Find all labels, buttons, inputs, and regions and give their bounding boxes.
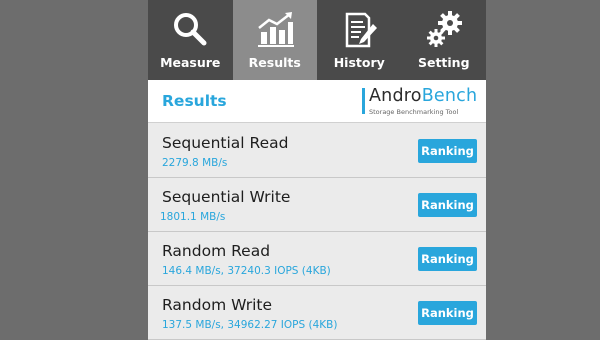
result-row-sequential-read: Sequential Read 2279.8 MB/s Ranking — [148, 124, 486, 178]
result-name: Sequential Write — [162, 188, 291, 206]
ranking-button[interactable]: Ranking — [418, 247, 477, 271]
tab-results-label: Results — [248, 55, 301, 70]
page-title: Results — [162, 92, 227, 110]
logo-tagline: Storage Benchmarking Tool — [369, 108, 459, 116]
document-pencil-icon — [346, 12, 378, 48]
result-value: 1801.1 MB/s — [160, 211, 226, 223]
result-name: Sequential Read — [162, 134, 289, 152]
ranking-button[interactable]: Ranking — [418, 139, 477, 163]
gears-icon — [426, 11, 462, 47]
magnifier-icon — [174, 13, 207, 46]
androbench-app: Measure Results History Setting Results … — [148, 0, 486, 340]
logo-wordmark: AndroBench — [369, 86, 478, 106]
tab-results[interactable]: Results — [232, 0, 317, 80]
logo-accent-bar — [362, 88, 365, 114]
result-row-random-write: Random Write 137.5 MB/s, 34962.27 IOPS (… — [148, 286, 486, 340]
tab-setting-label: Setting — [417, 55, 470, 70]
tab-measure-label: Measure — [160, 55, 221, 70]
ranking-button[interactable]: Ranking — [418, 301, 477, 325]
result-name: Random Read — [162, 242, 271, 260]
androbench-logo: AndroBench Storage Benchmarking Tool — [362, 86, 478, 118]
result-value: 2279.8 MB/s — [162, 157, 228, 169]
result-value: 137.5 MB/s, 34962.27 IOPS (4KB) — [162, 319, 338, 331]
tab-measure[interactable]: Measure — [148, 0, 233, 80]
result-row-sequential-write: Sequential Write 1801.1 MB/s Ranking — [148, 178, 486, 232]
tab-history[interactable]: History — [317, 0, 402, 80]
ranking-button[interactable]: Ranking — [418, 193, 477, 217]
result-name: Random Write — [162, 296, 273, 314]
result-value: 146.4 MB/s, 37240.3 IOPS (4KB) — [162, 265, 331, 277]
bar-chart-icon — [257, 12, 294, 47]
tab-history-label: History — [333, 55, 385, 70]
tab-bar: Measure Results History Setting — [148, 0, 486, 80]
tab-setting[interactable]: Setting — [402, 0, 487, 80]
result-row-random-read: Random Read 146.4 MB/s, 37240.3 IOPS (4K… — [148, 232, 486, 286]
